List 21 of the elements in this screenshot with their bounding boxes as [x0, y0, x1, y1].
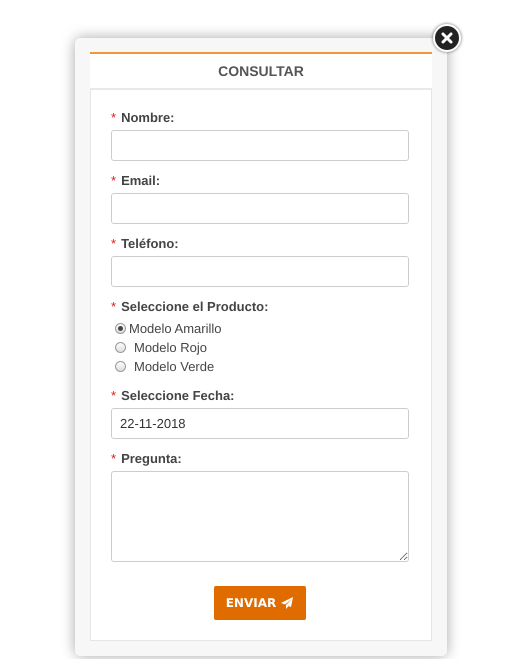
- dialog-title: CONSULTAR: [218, 63, 304, 79]
- field-label: * Seleccione el Producto:: [111, 299, 270, 315]
- radio-label: Modelo Rojo: [134, 340, 207, 355]
- input-field[interactable]: [111, 130, 409, 161]
- radio-button[interactable]: [115, 361, 126, 372]
- radio-label: Modelo Verde: [134, 359, 214, 374]
- field-label: * Email:: [111, 173, 162, 189]
- input-field[interactable]: 22-11-2018: [111, 408, 409, 439]
- close-icon: [441, 32, 453, 44]
- field-label: * Pregunta:: [111, 451, 183, 467]
- radio-label: Modelo Amarillo: [129, 321, 222, 336]
- text-area[interactable]: [111, 471, 409, 562]
- radio-button[interactable]: [115, 342, 126, 353]
- input-field[interactable]: [111, 193, 409, 224]
- radio-button[interactable]: [115, 323, 126, 334]
- send-icon: [281, 597, 294, 609]
- field-label: * Nombre:: [111, 110, 176, 126]
- field-label: * Seleccione Fecha:: [111, 388, 236, 404]
- input-field[interactable]: [111, 256, 409, 287]
- close-button[interactable]: [433, 24, 461, 52]
- field-label: * Teléfono:: [111, 236, 180, 252]
